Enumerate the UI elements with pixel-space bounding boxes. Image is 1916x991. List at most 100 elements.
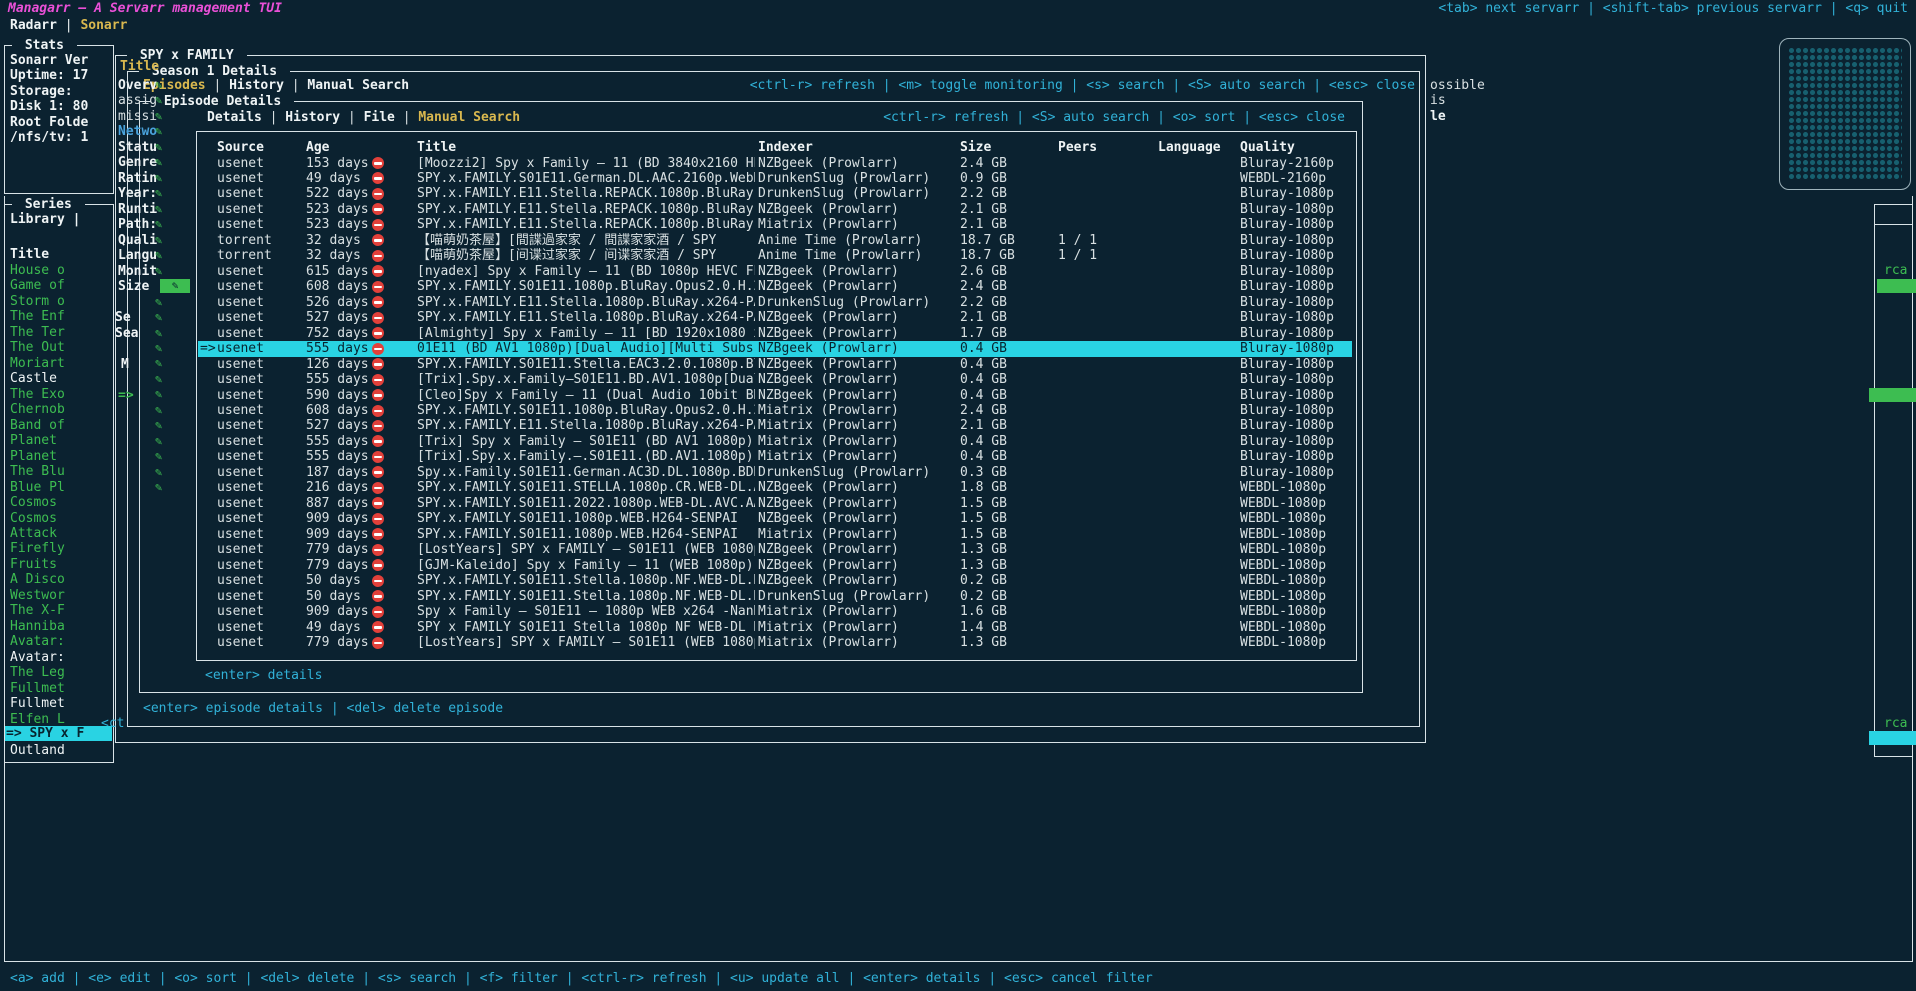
column-header-size[interactable]: Size bbox=[960, 140, 991, 156]
release-row[interactable]: usenet522 daysSPY.x.FAMILY.E11.Stella.RE… bbox=[198, 186, 1352, 202]
series-item[interactable]: Fruits bbox=[10, 557, 57, 573]
release-row[interactable]: usenet608 daysSPY.x.FAMILY.S01E11.1080p.… bbox=[198, 279, 1352, 295]
episode-tab-file[interactable]: File bbox=[364, 110, 395, 125]
series-item[interactable]: Westwor bbox=[10, 588, 65, 604]
column-header-source[interactable]: Source bbox=[217, 140, 264, 156]
series-item[interactable]: Attack bbox=[10, 526, 57, 542]
series-library-tab[interactable]: Library | bbox=[10, 212, 80, 228]
release-quality: WEBDL-2160p bbox=[1240, 171, 1326, 187]
release-age: 216 days bbox=[306, 480, 369, 496]
release-indexer: NZBgeek (Prowlarr) bbox=[758, 388, 899, 404]
release-row[interactable]: usenet523 daysSPY.x.FAMILY.E11.Stella.RE… bbox=[198, 217, 1352, 233]
series-item[interactable]: Blue Pl bbox=[10, 480, 65, 496]
release-source: usenet bbox=[217, 171, 264, 187]
column-header-peers[interactable]: Peers bbox=[1058, 140, 1097, 156]
selection-marker: => bbox=[200, 341, 216, 357]
release-title: SPY.x.FAMILY.E11.Stella.REPACK.1080p.Blu… bbox=[417, 186, 755, 202]
release-row[interactable]: usenet49 daysSPY.x.FAMILY.S01E11.German.… bbox=[198, 171, 1352, 187]
release-row[interactable]: usenet527 daysSPY.x.FAMILY.E11.Stella.10… bbox=[198, 418, 1352, 434]
release-row[interactable]: usenet887 daysSPY.x.FAMILY.S01E11.2022.1… bbox=[198, 496, 1352, 512]
series-item[interactable]: Castle bbox=[10, 371, 57, 387]
release-row[interactable]: usenet779 days[LostYears] SPY x FAMILY –… bbox=[198, 542, 1352, 558]
release-indexer: Miatrix (Prowlarr) bbox=[758, 604, 899, 620]
release-row[interactable]: usenet779 days[GJM-Kaleido] Spy x Family… bbox=[198, 558, 1352, 574]
release-row[interactable]: usenet153 days[Moozzi2] Spy x Family – 1… bbox=[198, 156, 1352, 172]
release-row[interactable]: usenet909 daysSPY.x.FAMILY.S01E11.1080p.… bbox=[198, 511, 1352, 527]
series-item[interactable]: Firefly bbox=[10, 541, 65, 557]
release-row[interactable]: usenet555 days[Trix].Spy.x.Family–S01E11… bbox=[198, 372, 1352, 388]
season-tab-manual-search[interactable]: Manual Search bbox=[307, 78, 409, 93]
series-item[interactable]: House o bbox=[10, 263, 65, 279]
series-item[interactable]: Outland bbox=[10, 743, 65, 759]
column-header-quality[interactable]: Quality bbox=[1240, 140, 1295, 156]
series-item[interactable]: Avatar: bbox=[10, 650, 65, 666]
release-row[interactable]: usenet615 days[nyadex] Spy x Family – 11… bbox=[198, 264, 1352, 280]
series-item[interactable]: The Out bbox=[10, 340, 65, 356]
series-item[interactable]: The X-F bbox=[10, 603, 65, 619]
release-quality: WEBDL-1080p bbox=[1240, 511, 1326, 527]
release-row[interactable]: usenet49 daysSPY x FAMILY S01E11 Stella … bbox=[198, 620, 1352, 636]
series-item[interactable]: The Blu bbox=[10, 464, 65, 480]
tab-radarr[interactable]: Radarr bbox=[10, 18, 57, 33]
release-source: usenet bbox=[217, 403, 264, 419]
series-item[interactable]: Planet bbox=[10, 449, 57, 465]
release-row[interactable]: usenet555 days[Trix].Spy.x.Family.–.S01E… bbox=[198, 449, 1352, 465]
series-item[interactable]: Cosmos bbox=[10, 495, 57, 511]
series-item[interactable]: The Leg bbox=[10, 665, 65, 681]
release-row[interactable]: usenet216 daysSPY.x.FAMILY.S01E11.STELLA… bbox=[198, 480, 1352, 496]
series-item[interactable]: Hanniba bbox=[10, 619, 65, 635]
column-header-language[interactable]: Language bbox=[1158, 140, 1221, 156]
release-row[interactable]: usenet526 daysSPY.x.FAMILY.E11.Stella.10… bbox=[198, 295, 1352, 311]
series-item[interactable]: Fullmet bbox=[10, 681, 65, 697]
series-item[interactable]: Chernob bbox=[10, 402, 65, 418]
rejected-icon bbox=[372, 420, 384, 432]
series-item[interactable]: The Exo bbox=[10, 387, 65, 403]
release-quality: WEBDL-1080p bbox=[1240, 620, 1326, 636]
monitored-icon: ✎ bbox=[155, 387, 162, 403]
episode-tab-manual-search[interactable]: Manual Search bbox=[418, 110, 520, 125]
release-row[interactable]: usenet527 daysSPY.x.FAMILY.E11.Stella.10… bbox=[198, 310, 1352, 326]
column-header-age[interactable]: Age bbox=[306, 140, 329, 156]
release-row[interactable]: usenet126 daysSPY.X.FAMILY.S01E11.Stella… bbox=[198, 357, 1352, 373]
release-row[interactable]: usenet50 daysSPY.x.FAMILY.S01E11.Stella.… bbox=[198, 589, 1352, 605]
episode-tab-details[interactable]: Details bbox=[207, 110, 262, 125]
release-quality: Bluray-1080p bbox=[1240, 418, 1334, 434]
column-header-indexer[interactable]: Indexer bbox=[758, 140, 813, 156]
series-item[interactable]: Avatar: bbox=[10, 634, 65, 650]
series-item[interactable]: Game of bbox=[10, 278, 65, 294]
series-item[interactable]: Planet bbox=[10, 433, 57, 449]
release-row[interactable]: usenet752 days[Almighty] Spy x Family – … bbox=[198, 326, 1352, 342]
release-row[interactable]: torrent32 days【喵萌奶茶屋】[间谍过家家 / 间谍家家酒 / SP… bbox=[198, 248, 1352, 264]
rejected-icon bbox=[372, 327, 384, 339]
series-item[interactable]: A Disco bbox=[10, 572, 65, 588]
release-row[interactable]: =>usenet555 days01E11 (BD AV1 1080p)[Dua… bbox=[198, 341, 1352, 357]
release-row[interactable]: usenet909 daysSpy x Family – S01E11 – 10… bbox=[198, 604, 1352, 620]
release-row[interactable]: usenet555 days[Trix] Spy x Family – S01E… bbox=[198, 434, 1352, 450]
series-item[interactable]: Moriart bbox=[10, 356, 65, 372]
season-tab-history[interactable]: History bbox=[229, 78, 284, 93]
release-row[interactable]: usenet187 daysSpy.x.Family.S01E11.German… bbox=[198, 465, 1352, 481]
episode-tab-history[interactable]: History bbox=[285, 110, 340, 125]
column-header-title[interactable]: Title bbox=[417, 140, 456, 156]
release-quality: WEBDL-1080p bbox=[1240, 527, 1326, 543]
release-title: SPY x FAMILY S01E11 Stella 1080p NF WEB-… bbox=[417, 620, 755, 636]
series-item[interactable]: The Ter bbox=[10, 325, 65, 341]
tab-sonarr[interactable]: Sonarr bbox=[80, 18, 127, 33]
background-fragment: => bbox=[118, 388, 134, 404]
release-row[interactable]: usenet909 daysSPY.x.FAMILY.S01E11.1080p.… bbox=[198, 527, 1352, 543]
series-item[interactable]: Band of bbox=[10, 418, 65, 434]
release-quality: Bluray-1080p bbox=[1240, 372, 1334, 388]
release-row[interactable]: usenet590 days[Cleo]Spy x Family – 11 (D… bbox=[198, 388, 1352, 404]
series-item-selected[interactable]: => SPY x F bbox=[5, 726, 112, 742]
release-row[interactable]: usenet523 daysSPY.x.FAMILY.E11.Stella.RE… bbox=[198, 202, 1352, 218]
series-item[interactable]: The Enf bbox=[10, 309, 65, 325]
stats-line: /nfs/tv: 1 bbox=[10, 130, 88, 146]
release-row[interactable]: usenet50 daysSPY.x.FAMILY.S01E11.Stella.… bbox=[198, 573, 1352, 589]
series-item[interactable]: Cosmos bbox=[10, 511, 57, 527]
series-item[interactable]: Fullmet bbox=[10, 696, 65, 712]
release-source: usenet bbox=[217, 388, 264, 404]
release-row[interactable]: torrent32 days【喵萌奶茶屋】[間諜過家家 / 間諜家家酒 / SP… bbox=[198, 233, 1352, 249]
release-row[interactable]: usenet779 days[LostYears] SPY x FAMILY –… bbox=[198, 635, 1352, 651]
series-item[interactable]: Storm o bbox=[10, 294, 65, 310]
release-row[interactable]: usenet608 daysSPY.x.FAMILY.S01E11.1080p.… bbox=[198, 403, 1352, 419]
